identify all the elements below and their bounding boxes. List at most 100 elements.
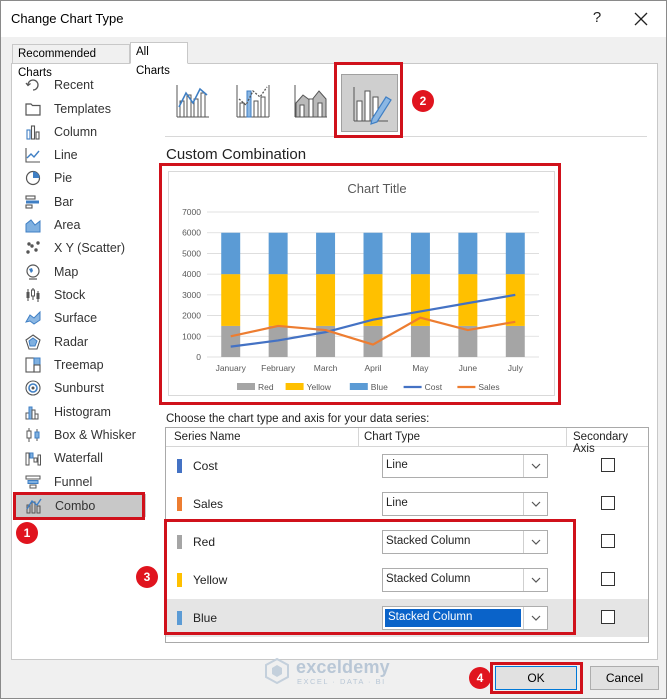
column-separator bbox=[566, 428, 567, 447]
sidebar-item-label: Stock bbox=[54, 287, 86, 302]
column-chart-icon bbox=[26, 124, 40, 140]
sidebar-item-label: Area bbox=[54, 217, 81, 232]
histogram-chart-icon bbox=[25, 406, 39, 419]
section-divider bbox=[165, 136, 647, 137]
step-badge-1: 1 bbox=[16, 522, 38, 544]
column-separator bbox=[358, 428, 359, 447]
sidebar-item-surface[interactable]: Surface bbox=[13, 306, 145, 329]
watermark-name: exceldemy bbox=[296, 657, 390, 677]
secondary-axis-checkbox[interactable] bbox=[601, 610, 615, 624]
sidebar-item-label: Box & Whisker bbox=[54, 427, 136, 442]
sidebar-item-box-whisker[interactable]: Box & Whisker bbox=[13, 423, 145, 446]
sidebar-item-label: Surface bbox=[54, 310, 98, 325]
sidebar-item-label: Bar bbox=[54, 194, 74, 209]
series-row-cost: Cost Line bbox=[166, 447, 648, 485]
sidebar-item-treemap[interactable]: Treemap bbox=[13, 353, 145, 376]
stock-chart-icon bbox=[26, 287, 40, 302]
annotation-box-combo bbox=[13, 492, 145, 520]
sidebar-item-label: Histogram bbox=[54, 404, 111, 419]
sidebar-item-sunburst[interactable]: Sunburst bbox=[13, 376, 145, 399]
surface-chart-icon bbox=[24, 310, 41, 325]
sidebar-item-waterfall[interactable]: Waterfall bbox=[13, 446, 145, 469]
sidebar-item-pie[interactable]: Pie bbox=[13, 166, 145, 189]
header-series-name: Series Name bbox=[174, 431, 241, 443]
sidebar-item-column[interactable]: Column bbox=[13, 120, 145, 143]
sidebar-item-line[interactable]: Line bbox=[13, 143, 145, 166]
annotation-box-chart-preview bbox=[159, 163, 561, 405]
chart-type-dropdown[interactable]: Line bbox=[382, 454, 548, 478]
folder-icon bbox=[25, 102, 41, 116]
clustered-column-line-icon bbox=[176, 85, 209, 118]
sidebar-item-label: Sunburst bbox=[54, 380, 105, 395]
sidebar-item-stock[interactable]: Stock bbox=[13, 283, 145, 306]
combo-subtype-stacked-area-column[interactable] bbox=[289, 77, 333, 123]
header-chart-type: Chart Type bbox=[364, 431, 421, 443]
sunburst-chart-icon bbox=[25, 379, 41, 396]
chevron-down-icon bbox=[531, 501, 541, 507]
map-globe-icon bbox=[26, 263, 40, 280]
annotation-box-custom-combination bbox=[334, 62, 403, 138]
combo-subtype-clustered-column-line[interactable] bbox=[171, 77, 215, 123]
change-chart-type-dialog: Change Chart Type ? Recommended Charts A… bbox=[0, 0, 667, 699]
annotation-box-stacked-rows bbox=[164, 519, 576, 635]
pie-chart-icon bbox=[25, 170, 41, 185]
waterfall-chart-icon bbox=[25, 452, 41, 465]
box-whisker-chart-icon bbox=[26, 427, 40, 442]
watermark: exceldemy EXCEL · DATA · BI bbox=[263, 657, 413, 687]
title-bar: Change Chart Type ? bbox=[1, 1, 666, 37]
sidebar-item-map[interactable]: Map bbox=[13, 260, 145, 283]
annotation-box-ok bbox=[490, 662, 583, 694]
bar-chart-icon bbox=[25, 194, 39, 209]
sidebar-item-label: Pie bbox=[54, 170, 73, 185]
step-badge-4: 4 bbox=[469, 667, 491, 689]
sidebar-item-label: Treemap bbox=[54, 357, 104, 372]
series-table-instruction: Choose the chart type and axis for your … bbox=[166, 413, 430, 425]
sidebar-item-templates[interactable]: Templates bbox=[13, 97, 145, 120]
sidebar-item-label: Funnel bbox=[54, 474, 93, 489]
close-icon bbox=[634, 12, 648, 26]
sidebar-item-histogram[interactable]: Histogram bbox=[13, 400, 145, 423]
secondary-axis-checkbox[interactable] bbox=[601, 496, 615, 510]
tab-recommended-charts[interactable]: Recommended Charts bbox=[12, 44, 130, 79]
exceldemy-logo-icon bbox=[265, 657, 289, 685]
dropdown-arrow[interactable] bbox=[523, 493, 547, 515]
area-chart-icon bbox=[25, 218, 41, 232]
chart-type-dropdown[interactable]: Line bbox=[382, 492, 548, 516]
dropdown-arrow[interactable] bbox=[523, 455, 547, 477]
secondary-axis-checkbox[interactable] bbox=[601, 572, 615, 586]
funnel-chart-icon bbox=[25, 475, 41, 488]
sidebar-item-radar[interactable]: Radar bbox=[13, 330, 145, 353]
sidebar-item-area[interactable]: Area bbox=[13, 213, 145, 236]
sidebar-item-scatter[interactable]: X Y (Scatter) bbox=[13, 236, 145, 259]
series-name: Sales bbox=[193, 497, 224, 511]
step-badge-2: 2 bbox=[412, 90, 434, 112]
recent-icon bbox=[25, 78, 39, 91]
sidebar-item-label: Column bbox=[54, 124, 98, 139]
close-button[interactable] bbox=[629, 7, 653, 31]
sidebar-item-label: Templates bbox=[54, 101, 111, 116]
sidebar-item-funnel[interactable]: Funnel bbox=[13, 470, 145, 493]
dialog-title: Change Chart Type bbox=[11, 11, 124, 26]
dropdown-value: Line bbox=[386, 497, 408, 509]
line-chart-icon bbox=[25, 147, 40, 163]
step-badge-3: 3 bbox=[136, 566, 158, 588]
sidebar-item-recent[interactable]: Recent bbox=[13, 73, 145, 96]
combo-subtype-column-line-secondary[interactable] bbox=[231, 77, 275, 123]
sidebar-item-label: Recent bbox=[54, 77, 94, 92]
treemap-chart-icon bbox=[25, 356, 41, 373]
watermark-tagline: EXCEL · DATA · BI bbox=[297, 677, 386, 686]
sidebar-item-bar[interactable]: Bar bbox=[13, 190, 145, 213]
series-color-swatch bbox=[177, 497, 182, 511]
chevron-down-icon bbox=[531, 463, 541, 469]
series-color-swatch bbox=[177, 459, 182, 473]
series-table-header: Series Name Chart Type Secondary Axis bbox=[166, 428, 648, 455]
secondary-axis-checkbox[interactable] bbox=[601, 534, 615, 548]
custom-combination-title: Custom Combination bbox=[166, 146, 307, 163]
tab-all-charts[interactable]: All Charts bbox=[130, 42, 188, 77]
cancel-button[interactable]: Cancel bbox=[590, 666, 659, 690]
dropdown-value: Line bbox=[386, 459, 408, 471]
help-button[interactable]: ? bbox=[587, 7, 607, 29]
radar-chart-icon bbox=[25, 333, 41, 350]
secondary-axis-checkbox[interactable] bbox=[601, 458, 615, 472]
column-line-secondary-axis-icon bbox=[236, 85, 270, 118]
